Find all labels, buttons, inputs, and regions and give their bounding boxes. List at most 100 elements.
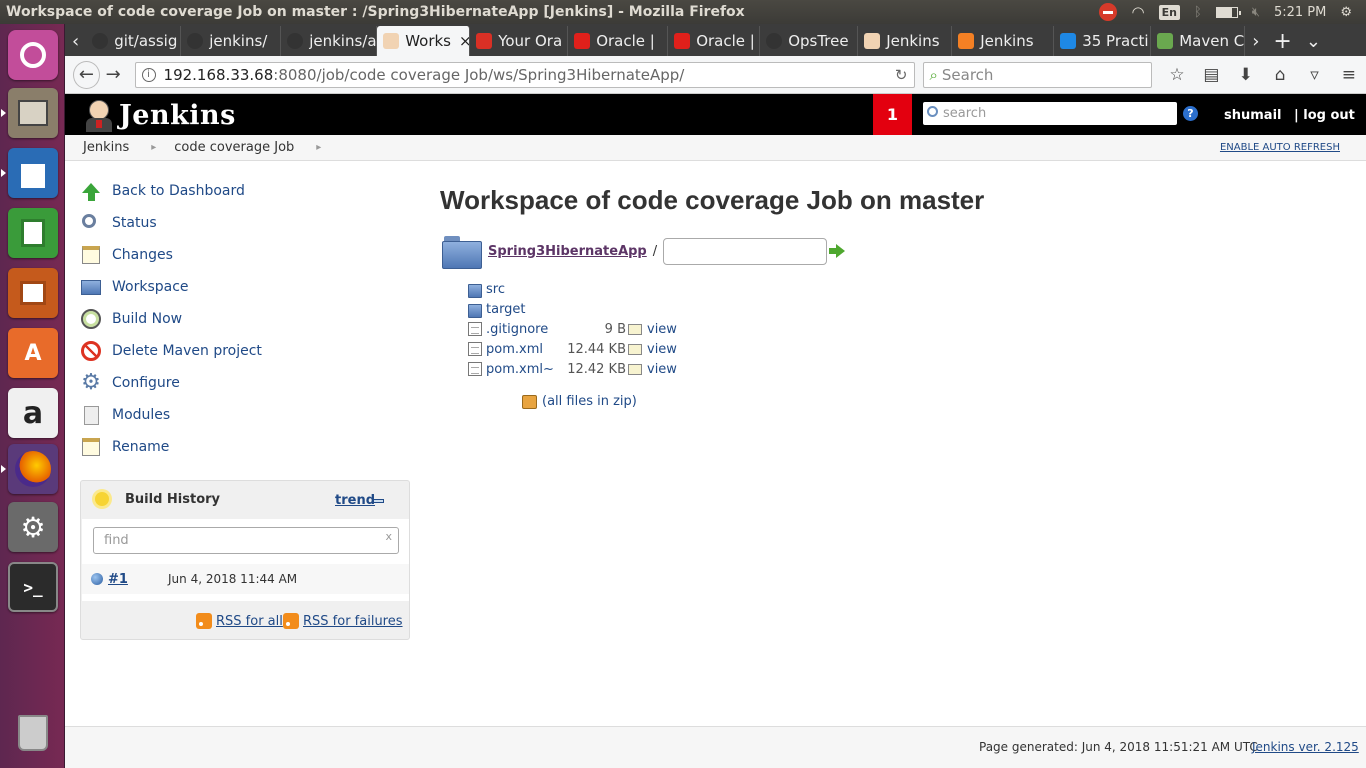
task-workspace[interactable]: Workspace xyxy=(80,271,410,303)
hamburger-menu-icon[interactable]: ≡ xyxy=(1332,65,1366,85)
task-back-to-dashboard[interactable]: Back to Dashboard xyxy=(80,175,410,207)
writer-icon[interactable] xyxy=(1,148,58,198)
path-input[interactable] xyxy=(663,237,828,265)
close-tab-icon[interactable]: × xyxy=(459,32,469,50)
file-link[interactable]: .gitignore xyxy=(486,322,548,337)
task-modules[interactable]: Modules xyxy=(80,399,410,431)
task-configure[interactable]: ⚙ Configure xyxy=(80,367,410,399)
url-bar[interactable]: i 192.168.33.68:8080/job/code coverage J… xyxy=(134,61,915,88)
tab-label: 35 Practi xyxy=(1082,32,1149,50)
tab-oracle[interactable]: Oracle | xyxy=(668,26,761,56)
files-icon[interactable] xyxy=(1,88,58,138)
view-file-link[interactable]: view xyxy=(628,322,677,337)
url-path: :8080/job/code coverage Job/ws/Spring3Hi… xyxy=(273,65,685,84)
breadcrumb-separator-icon[interactable]: ▸ xyxy=(129,142,156,153)
clear-find-icon[interactable]: x xyxy=(385,530,392,543)
help-icon[interactable]: ? xyxy=(1183,106,1198,121)
file-link[interactable]: pom.xml~ xyxy=(486,362,554,377)
user-link[interactable]: shumail xyxy=(1224,108,1281,123)
power-gear-icon[interactable]: ⚙ xyxy=(1340,5,1352,20)
tab-scroll-right-icon[interactable]: › xyxy=(1245,26,1266,56)
rss-failures-link[interactable]: RSS for failures xyxy=(283,613,403,629)
terminal-icon[interactable]: >_ xyxy=(8,562,58,612)
bluetooth-icon[interactable]: ᛒ xyxy=(1194,5,1202,20)
rss-all-link[interactable]: RSS for all xyxy=(196,613,283,629)
folder-icon xyxy=(80,276,102,298)
go-arrow-icon[interactable] xyxy=(829,244,846,258)
reload-icon[interactable]: ↻ xyxy=(895,66,908,84)
task-build-now[interactable]: Build Now xyxy=(80,303,410,335)
build-find-input[interactable]: find x xyxy=(93,527,399,554)
volume-icon[interactable]: 🔇︎ xyxy=(1252,5,1260,20)
tab-scroll-left-icon[interactable]: ‹ xyxy=(65,26,86,56)
tab-github[interactable]: git/assig xyxy=(86,26,182,56)
all-files-zip-link[interactable]: (all files in zip) xyxy=(522,394,637,409)
breadcrumb-job[interactable]: code coverage Job xyxy=(156,140,294,155)
task-changes[interactable]: Changes xyxy=(80,239,410,271)
new-tab-icon[interactable]: + xyxy=(1266,26,1298,56)
amazon-icon[interactable]: a xyxy=(8,388,58,438)
jenkins-search-input[interactable]: search xyxy=(923,102,1177,125)
file-link[interactable]: pom.xml xyxy=(486,342,543,357)
calc-icon[interactable] xyxy=(8,208,58,258)
task-delete-maven-project[interactable]: Delete Maven project xyxy=(80,335,410,367)
notepad-icon xyxy=(80,244,102,266)
tab-github[interactable]: jenkins/a xyxy=(281,26,378,56)
browser-search-field[interactable]: ⌕ Search xyxy=(922,61,1152,88)
page-info-icon[interactable]: i xyxy=(141,67,156,82)
software-center-icon[interactable]: A xyxy=(8,328,58,378)
zip-archive-icon xyxy=(522,394,537,409)
battery-icon[interactable] xyxy=(1215,6,1241,18)
trash-icon[interactable] xyxy=(8,708,58,758)
breadcrumb-separator-icon[interactable]: ▸ xyxy=(294,142,321,153)
tab-label: jenkins/ xyxy=(209,32,268,50)
url-host: 192.168.33.68 xyxy=(163,65,274,84)
search-icon: ⌕ xyxy=(929,65,938,84)
tab-github[interactable]: jenkins/ xyxy=(181,26,282,56)
logout-link[interactable]: | log out xyxy=(1294,108,1355,123)
tab-stackoverflow[interactable]: Jenkins xyxy=(952,26,1055,56)
download-arrow-icon[interactable]: ⬇ xyxy=(1229,65,1263,85)
reading-list-icon[interactable]: ▤ xyxy=(1194,65,1228,85)
back-arrow-icon[interactable]: ← xyxy=(73,60,100,89)
notification-badge[interactable]: 1 xyxy=(873,94,912,135)
jenkins-version-link[interactable]: Jenkins ver. 2.125 xyxy=(1252,740,1359,754)
build-number-link[interactable]: #1 xyxy=(108,572,128,587)
trend-link[interactable]: trend xyxy=(335,493,375,508)
view-file-link[interactable]: view xyxy=(628,342,677,357)
home-icon[interactable]: ⌂ xyxy=(1263,65,1297,85)
collapse-icon[interactable] xyxy=(373,499,384,503)
view-file-link[interactable]: view xyxy=(628,362,677,377)
tab-github[interactable]: OpsTree xyxy=(760,26,859,56)
tab-list-chevron-icon[interactable]: ⌄ xyxy=(1299,26,1328,56)
ubuntu-logo-icon[interactable] xyxy=(8,30,58,80)
bookmark-star-icon[interactable]: ☆ xyxy=(1160,65,1194,85)
github-icon xyxy=(766,33,783,49)
wifi-icon[interactable]: ◠ xyxy=(1131,3,1144,21)
update-indicator-icon[interactable] xyxy=(1099,3,1118,21)
tab-blog[interactable]: 35 Practi xyxy=(1054,26,1152,56)
forward-arrow-icon[interactable]: → xyxy=(100,61,127,89)
tab-maven[interactable]: Maven C xyxy=(1151,26,1246,56)
jenkins-logo[interactable]: Jenkins xyxy=(83,98,236,132)
rss-icon xyxy=(283,613,299,629)
clock[interactable]: 5:21 PM xyxy=(1274,5,1326,20)
tab-gmail[interactable]: Your Ora xyxy=(470,26,569,56)
pocket-icon[interactable]: ▿ xyxy=(1297,65,1331,85)
tab-label: git/assig xyxy=(114,32,178,50)
keyboard-layout-indicator[interactable]: En xyxy=(1158,4,1180,20)
tab-oracle[interactable]: Oracle | xyxy=(568,26,669,56)
tab-jenkins[interactable]: Works × xyxy=(377,26,471,56)
workspace-dir-link[interactable]: Spring3HibernateApp xyxy=(488,244,647,259)
settings-icon[interactable]: ⚙ xyxy=(8,502,58,552)
enable-auto-refresh-link[interactable]: ENABLE AUTO REFRESH xyxy=(1220,142,1340,153)
breadcrumb-jenkins[interactable]: Jenkins xyxy=(65,140,129,155)
task-rename[interactable]: Rename xyxy=(80,431,410,463)
impress-icon[interactable] xyxy=(8,268,58,318)
tab-jenkins[interactable]: Jenkins xyxy=(858,26,953,56)
folder-link[interactable]: src xyxy=(486,282,505,297)
breadcrumb: Jenkins ▸ code coverage Job ▸ ENABLE AUT… xyxy=(65,135,1366,161)
firefox-icon[interactable] xyxy=(1,444,58,494)
task-status[interactable]: Status xyxy=(80,207,410,239)
folder-link[interactable]: target xyxy=(486,302,526,317)
